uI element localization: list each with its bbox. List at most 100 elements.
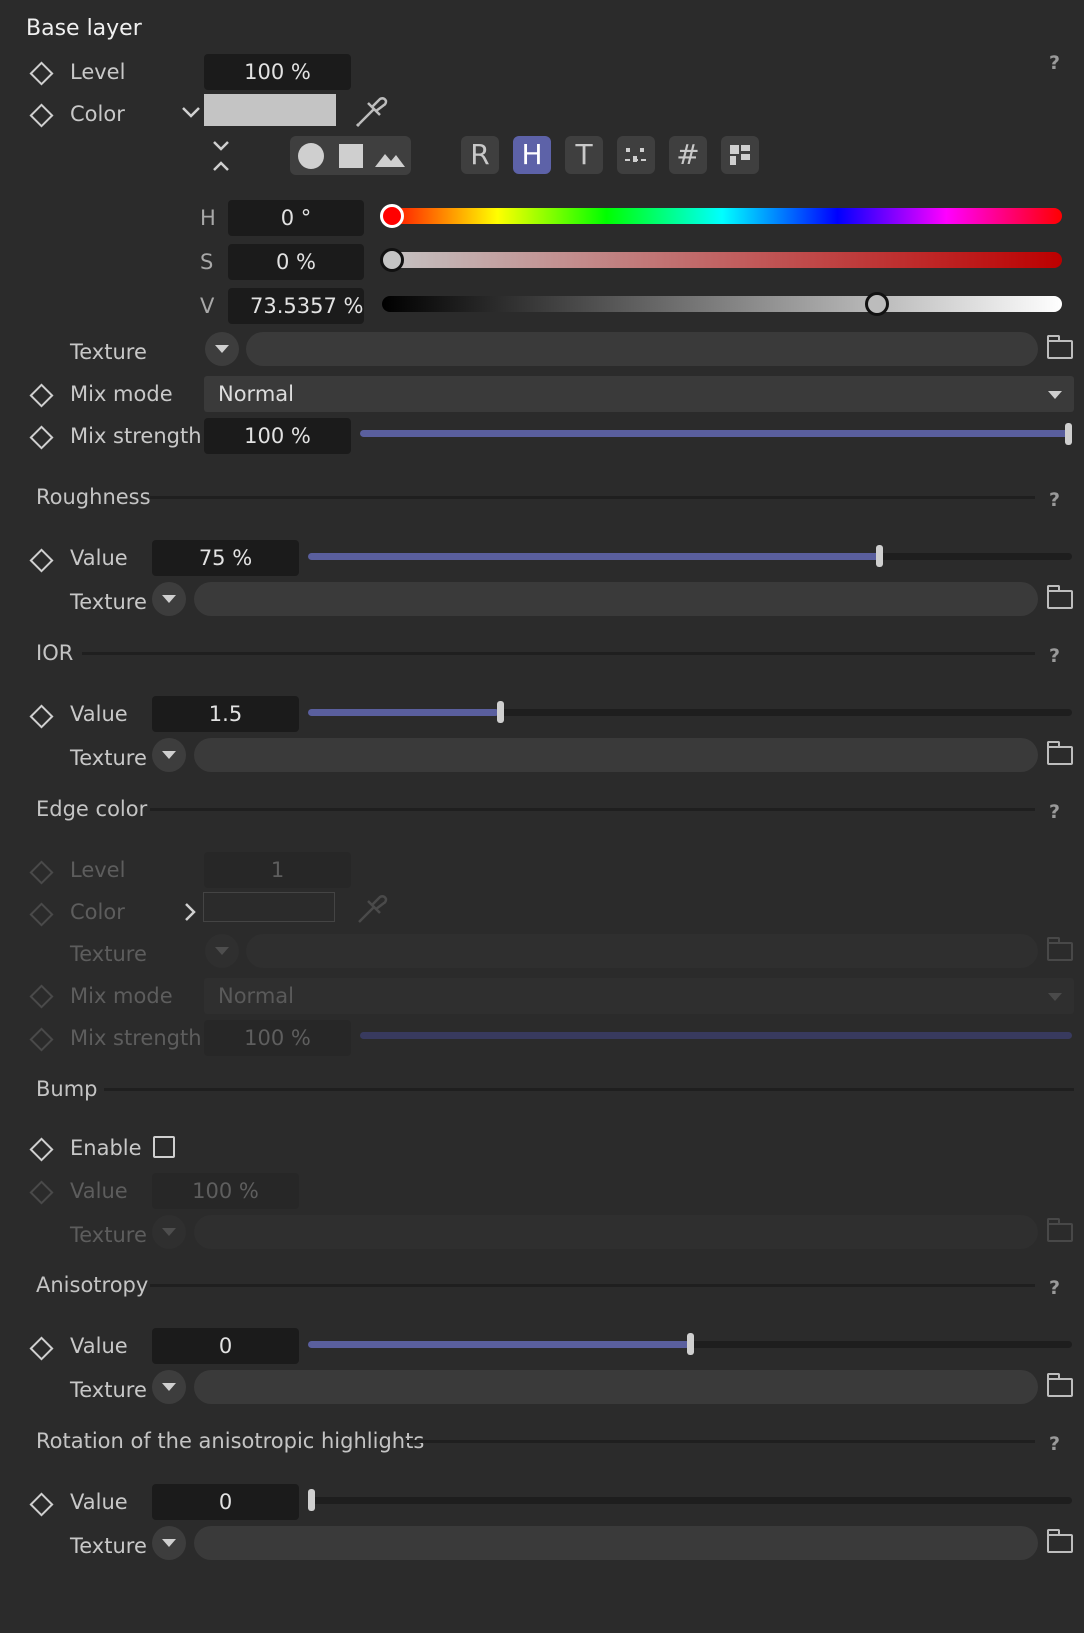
edge-mix-mode-label: Mix mode xyxy=(70,984,173,1008)
bump-enable-checkbox[interactable] xyxy=(153,1136,175,1158)
edge-level-label: Level xyxy=(70,858,126,882)
section-divider xyxy=(104,1088,1074,1091)
saturation-handle[interactable] xyxy=(380,248,404,272)
bump-enable-label: Enable xyxy=(70,1136,142,1160)
mix-strength-handle[interactable] xyxy=(1065,423,1072,445)
rotation-value-field[interactable]: 0 xyxy=(152,1484,299,1520)
section-divider xyxy=(150,1284,1035,1287)
value-field[interactable]: 73.5357 % xyxy=(228,288,364,324)
square-picker-icon[interactable] xyxy=(339,144,363,168)
edge-mix-strength-label: Mix strength xyxy=(70,1026,202,1050)
texture-label: Texture xyxy=(70,942,147,966)
mix-strength-fill xyxy=(360,430,1072,437)
texture-dropdown-button[interactable] xyxy=(205,332,239,366)
mode-r-button[interactable]: R xyxy=(461,136,499,174)
anisotropy-value-label: Value xyxy=(70,1334,128,1358)
anisotropy-fill xyxy=(308,1341,690,1348)
keyframe-diamond-icon[interactable] xyxy=(29,103,54,128)
mixer-mode-button[interactable] xyxy=(617,136,655,174)
ior-handle[interactable] xyxy=(497,701,505,723)
folder-icon[interactable] xyxy=(1047,1373,1073,1397)
mix-mode-select[interactable]: Normal xyxy=(204,376,1074,412)
level-field[interactable]: 100 % xyxy=(204,54,351,90)
hue-slider[interactable] xyxy=(382,208,1062,224)
folder-icon[interactable] xyxy=(1047,585,1073,609)
circle-picker-icon[interactable] xyxy=(298,143,324,169)
rotation-handle[interactable] xyxy=(308,1489,315,1511)
level-label: Level xyxy=(70,60,126,84)
mode-h-button[interactable]: H xyxy=(513,136,551,174)
texture-dropdown-button[interactable] xyxy=(152,1370,186,1404)
eyedropper-icon[interactable] xyxy=(354,95,388,129)
anisotropy-handle[interactable] xyxy=(686,1333,694,1355)
ior-value-field[interactable]: 1.5 xyxy=(152,696,299,732)
texture-dropdown-button[interactable] xyxy=(152,738,186,772)
anisotropy-value-field[interactable]: 0 xyxy=(152,1328,299,1364)
help-icon[interactable]: ? xyxy=(1049,52,1060,74)
texture-slot[interactable] xyxy=(194,1526,1038,1560)
saturation-field[interactable]: 0 % xyxy=(228,244,364,280)
keyframe-diamond-icon xyxy=(29,1180,54,1205)
texture-slot[interactable] xyxy=(246,332,1038,366)
roughness-handle[interactable] xyxy=(875,545,883,567)
keyframe-diamond-icon[interactable] xyxy=(29,383,54,408)
folder-icon[interactable] xyxy=(1047,1529,1073,1553)
dropdown-arrow-icon xyxy=(1048,993,1062,1001)
color-swatch[interactable] xyxy=(204,94,336,126)
edge-color-swatch xyxy=(203,892,335,922)
edge-mix-strength-track xyxy=(360,1032,1072,1039)
keyframe-diamond-icon[interactable] xyxy=(29,61,54,86)
mode-t-button[interactable]: T xyxy=(565,136,603,174)
dropdown-arrow-icon xyxy=(1048,391,1062,399)
chevron-down-icon[interactable] xyxy=(180,104,202,120)
bump-value-label: Value xyxy=(70,1179,128,1203)
keyframe-diamond-icon xyxy=(29,984,54,1009)
help-icon[interactable]: ? xyxy=(1049,801,1060,823)
value-slider[interactable] xyxy=(382,296,1062,312)
keyframe-diamond-icon[interactable] xyxy=(29,704,54,729)
help-icon[interactable]: ? xyxy=(1049,645,1060,667)
keyframe-diamond-icon[interactable] xyxy=(29,1336,54,1361)
texture-slot[interactable] xyxy=(194,1370,1038,1404)
roughness-value-field[interactable]: 75 % xyxy=(152,540,299,576)
texture-dropdown-button[interactable] xyxy=(152,1526,186,1560)
collapse-icon[interactable] xyxy=(210,138,232,174)
hue-field[interactable]: 0 ° xyxy=(228,200,364,236)
texture-dropdown-button[interactable] xyxy=(152,582,186,616)
keyframe-diamond-icon[interactable] xyxy=(29,1492,54,1517)
texture-slot[interactable] xyxy=(194,738,1038,772)
keyframe-diamond-icon[interactable] xyxy=(29,1137,54,1162)
ior-value-label: Value xyxy=(70,702,128,726)
image-picker-icon[interactable] xyxy=(374,146,406,168)
rotation-track[interactable] xyxy=(308,1497,1072,1504)
mix-strength-field[interactable]: 100 % xyxy=(204,418,351,454)
keyframe-diamond-icon[interactable] xyxy=(29,425,54,450)
help-icon[interactable]: ? xyxy=(1049,489,1060,511)
section-divider xyxy=(150,496,1035,499)
rotation-value-label: Value xyxy=(70,1490,128,1514)
bump-section-title: Bump xyxy=(36,1077,98,1101)
swatches-mode-button[interactable] xyxy=(721,136,759,174)
eyedropper-icon xyxy=(358,895,388,923)
edge-color-label: Color xyxy=(70,900,125,924)
roughness-fill xyxy=(308,553,881,560)
texture-slot xyxy=(194,1215,1038,1249)
edge-mix-mode-value: Normal xyxy=(218,984,294,1008)
texture-slot xyxy=(246,934,1038,968)
texture-dropdown-button xyxy=(205,934,239,968)
chevron-right-icon[interactable] xyxy=(182,901,198,923)
swatches-icon xyxy=(730,145,750,165)
help-icon[interactable]: ? xyxy=(1049,1277,1060,1299)
folder-icon xyxy=(1047,1218,1073,1242)
texture-label: Texture xyxy=(70,1223,147,1247)
texture-slot[interactable] xyxy=(194,582,1038,616)
folder-icon[interactable] xyxy=(1047,335,1073,359)
hue-handle[interactable] xyxy=(380,204,404,228)
folder-icon[interactable] xyxy=(1047,741,1073,765)
help-icon[interactable]: ? xyxy=(1049,1433,1060,1455)
value-handle[interactable] xyxy=(865,292,890,316)
mix-mode-label: Mix mode xyxy=(70,382,173,406)
saturation-slider[interactable] xyxy=(382,252,1062,268)
keyframe-diamond-icon[interactable] xyxy=(29,548,54,573)
hex-mode-button[interactable]: # xyxy=(669,136,707,174)
